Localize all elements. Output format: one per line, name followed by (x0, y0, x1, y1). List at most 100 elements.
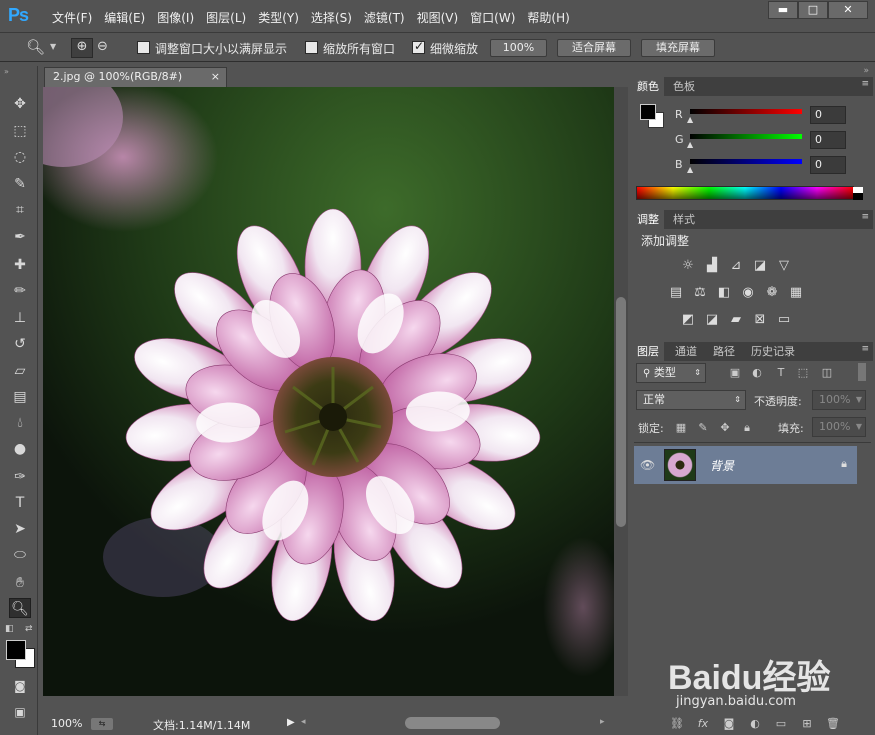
gradient-map-icon[interactable]: ▭ (776, 313, 792, 327)
path-select-tool-icon[interactable]: ➤ (9, 519, 31, 539)
hue-saturation-icon[interactable]: ▤ (668, 286, 684, 300)
lock-position-icon[interactable]: ✥ (718, 421, 732, 435)
invert-icon[interactable]: ◩ (680, 313, 696, 327)
channel-mixer-icon[interactable]: ❁ (764, 286, 780, 300)
visibility-eye-icon[interactable]: 👁︎ (640, 458, 655, 472)
vertical-scroll-thumb[interactable] (616, 297, 626, 527)
vibrance-icon[interactable]: ▽ (776, 259, 792, 273)
status-preview-icon[interactable]: ⇆ (91, 718, 113, 730)
channel-r-thumb-icon[interactable]: ▲ (687, 115, 693, 124)
zoom-all-checkbox[interactable] (305, 41, 318, 54)
link-layers-icon[interactable]: ⛓ (670, 717, 684, 731)
layers-panel-menu-icon[interactable]: ≡ (861, 344, 869, 354)
channel-r-slider[interactable] (690, 109, 802, 114)
chevron-down-icon[interactable]: ▼ (50, 42, 56, 51)
default-colors-icon[interactable]: ◧ (5, 624, 14, 634)
blend-mode-dropdown[interactable]: 正常 ⇕ (636, 390, 746, 410)
menu-window[interactable]: 窗口(W) (466, 9, 519, 26)
channel-b-slider[interactable] (690, 159, 802, 164)
selective-color-icon[interactable]: ⊠ (752, 313, 768, 327)
menu-image[interactable]: 图像(I) (153, 9, 198, 26)
hand-tool-icon[interactable]: ✋︎ (9, 573, 31, 593)
tab-paths[interactable]: 路径 (708, 342, 740, 361)
tab-styles[interactable]: 样式 (668, 210, 700, 229)
eraser-tool-icon[interactable]: ▱ (9, 361, 31, 381)
color-balance-icon[interactable]: ⚖ (692, 286, 708, 300)
swap-colors-icon[interactable]: ⇄ (25, 624, 33, 634)
scroll-left-icon[interactable]: ◂ (301, 717, 306, 727)
fit-screen-button[interactable]: 适合屏幕 (557, 39, 631, 57)
quick-mask-icon[interactable]: ◙ (9, 676, 31, 696)
layer-name[interactable]: 背景 (710, 457, 734, 474)
type-tool-icon[interactable]: T (9, 493, 31, 513)
move-tool-icon[interactable]: ✥ (9, 94, 31, 114)
filter-smart-icon[interactable]: ◫ (820, 366, 834, 380)
collapse-icon[interactable]: » (4, 67, 9, 76)
ellipse-tool-icon[interactable]: ⬭ (9, 545, 31, 565)
minimize-button[interactable]: ▬ (768, 1, 798, 19)
lock-all-icon[interactable]: 🔒︎ (740, 421, 754, 435)
status-menu-arrow-icon[interactable]: ▶ (287, 717, 295, 728)
screen-mode-icon[interactable]: ▣ (9, 702, 31, 722)
delete-layer-icon[interactable]: 🗑︎ (826, 717, 840, 731)
menu-select[interactable]: 选择(S) (307, 9, 356, 26)
tab-adjustments[interactable]: 调整 (632, 210, 664, 229)
crop-tool-icon[interactable]: ⌗ (9, 200, 31, 220)
gradient-tool-icon[interactable]: ▤ (9, 387, 31, 407)
new-group-icon[interactable]: ▭ (774, 717, 788, 731)
brightness-icon[interactable]: ☼ (680, 259, 696, 273)
scrubby-zoom-checkbox[interactable] (412, 39, 425, 54)
marquee-tool-icon[interactable]: ⬚ (9, 121, 31, 141)
maximize-button[interactable]: □ (798, 1, 828, 19)
tab-history[interactable]: 历史记录 (746, 342, 800, 361)
brush-tool-icon[interactable]: ✏ (9, 281, 31, 301)
layer-row-background[interactable]: 👁︎ 背景 🔒︎ (634, 446, 857, 484)
channel-g-value[interactable]: 0 (810, 131, 846, 149)
lasso-tool-icon[interactable]: ◌ (9, 147, 31, 167)
close-tab-icon[interactable]: × (211, 68, 220, 86)
color-panel-menu-icon[interactable]: ≡ (861, 79, 869, 89)
dodge-tool-icon[interactable]: ● (9, 439, 31, 459)
resize-windows-checkbox[interactable] (137, 41, 150, 54)
channel-g-thumb-icon[interactable]: ▲ (687, 140, 693, 149)
filter-adjust-icon[interactable]: ◐ (750, 366, 764, 380)
close-button[interactable]: ✕ (828, 1, 868, 19)
tab-channels[interactable]: 通道 (670, 342, 702, 361)
menu-layer[interactable]: 图层(L) (202, 9, 250, 26)
tab-color[interactable]: 颜色 (632, 77, 664, 96)
eyedropper-tool-icon[interactable]: ✒ (9, 227, 31, 247)
posterize-icon[interactable]: ◪ (704, 313, 720, 327)
color-lookup-icon[interactable]: ▦ (788, 286, 804, 300)
pen-tool-icon[interactable]: ✑ (9, 467, 31, 487)
fill-field[interactable]: 100% ▼ (812, 417, 866, 437)
zoom-in-icon[interactable]: ⊕ (71, 38, 93, 58)
channel-g-slider[interactable] (690, 134, 802, 139)
document-canvas[interactable] (43, 87, 614, 696)
color-fg-swatch-top[interactable] (640, 104, 656, 120)
scroll-right-icon[interactable]: ▸ (600, 717, 605, 727)
photo-filter-icon[interactable]: ◉ (740, 286, 756, 300)
tab-swatches[interactable]: 色板 (668, 77, 700, 96)
zoom-tool-preset-icon[interactable]: 🔍︎ (26, 38, 45, 56)
zoom-out-icon[interactable]: ⊖ (97, 39, 108, 54)
menu-type[interactable]: 类型(Y) (254, 9, 303, 26)
menu-edit[interactable]: 编辑(E) (100, 9, 149, 26)
blur-tool-icon[interactable]: 💧︎ (9, 413, 31, 433)
channel-b-thumb-icon[interactable]: ▲ (687, 165, 693, 174)
healing-brush-tool-icon[interactable]: ✚ (9, 255, 31, 275)
zoom-level[interactable]: 100% (51, 717, 82, 730)
tab-layers[interactable]: 图层 (632, 342, 664, 361)
lock-image-icon[interactable]: ✎ (696, 421, 710, 435)
new-adjustment-icon[interactable]: ◐ (748, 717, 762, 731)
exposure-icon[interactable]: ◪ (752, 259, 768, 273)
vertical-scrollbar[interactable] (614, 87, 628, 696)
layer-filter-dropdown[interactable]: ⚲ 类型 ⇕ (636, 363, 706, 383)
horizontal-scroll-thumb[interactable] (405, 717, 500, 729)
menu-file[interactable]: 文件(F) (48, 9, 96, 26)
zoom-tool-icon[interactable]: 🔍︎ (9, 598, 31, 618)
lock-transparent-icon[interactable]: ▦ (674, 421, 688, 435)
fill-screen-button[interactable]: 填充屏幕 (641, 39, 715, 57)
fx-icon[interactable]: fx (696, 717, 710, 731)
filter-toggle[interactable] (858, 363, 866, 381)
opacity-field[interactable]: 100% ▼ (812, 390, 866, 410)
